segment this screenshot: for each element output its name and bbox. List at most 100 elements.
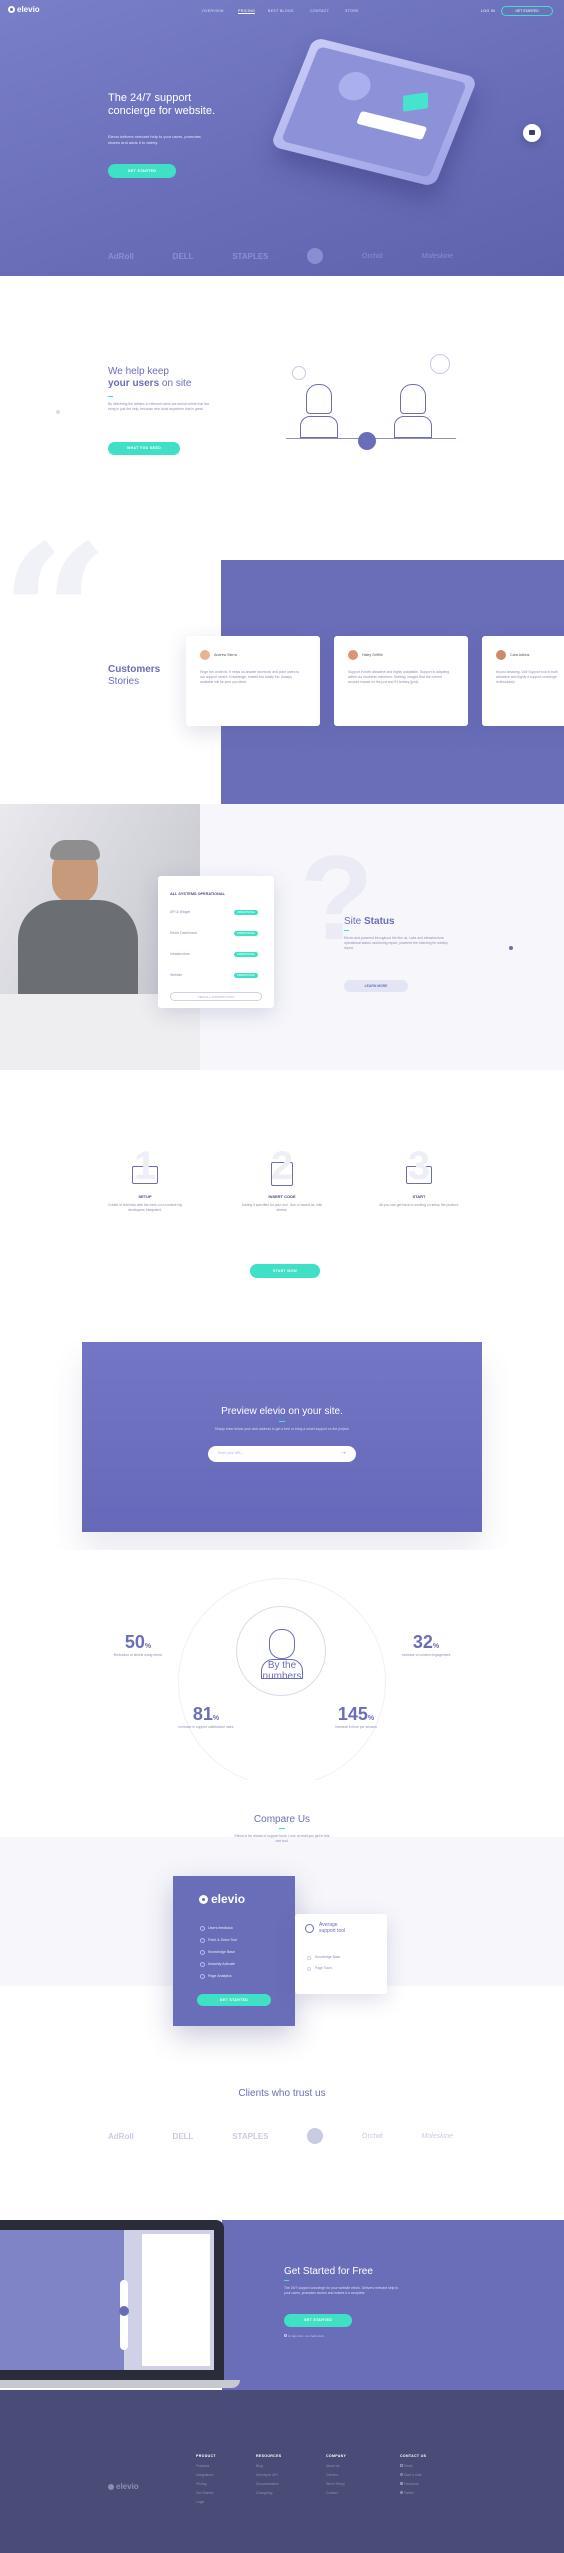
- footer-link[interactable]: Start a chat: [400, 2471, 426, 2480]
- compare-section: Compare Us Elevio is far ahead of suppor…: [0, 1780, 564, 2066]
- footer-link[interactable]: About us: [326, 2462, 346, 2471]
- help-what-you-need-button[interactable]: WHAT YOU NEED: [108, 442, 180, 455]
- footer-link[interactable]: Careers: [326, 2471, 346, 2480]
- compare-get-started-button[interactable]: GET STARTED: [197, 1994, 271, 2006]
- nav-contact[interactable]: CONTACT: [310, 9, 329, 13]
- footer-link[interactable]: Features: [196, 2462, 216, 2471]
- footer-link[interactable]: Email: [400, 2462, 426, 2471]
- get-started-title: Get Started for Free: [284, 2266, 373, 2277]
- support-tool-icon: [305, 1924, 314, 1933]
- step-start: 3 START All you can get back to working …: [374, 1146, 464, 1208]
- footer-link[interactable]: Facebook: [400, 2480, 426, 2489]
- stat-label: Increase of content engagement: [401, 1653, 451, 1657]
- nav-pricing[interactable]: PRICING: [238, 9, 256, 14]
- footer-col-resources: RESOURCES Blog Developer API Documentati…: [256, 2454, 281, 2498]
- help-title-rest: on site: [159, 378, 192, 389]
- preview-title: Preview elevio on your site.: [82, 1406, 482, 1417]
- status-title-bold: Status: [364, 916, 395, 927]
- stats-center-title: By the numbers: [232, 1660, 332, 1682]
- url-input[interactable]: Enter your URL... →: [208, 1446, 356, 1462]
- get-started-text: The 24/7 support concierge for your webs…: [284, 2286, 399, 2295]
- testimonial-card: Andrew Sierra Huge fan of elevio. It hel…: [186, 636, 320, 726]
- logo-orchid: Orchid: [362, 2132, 383, 2140]
- footer-link-text: Facebook: [403, 2482, 419, 2486]
- preview-title-pre: Preview elevio on: [221, 1406, 303, 1417]
- nav-store[interactable]: STORE: [345, 9, 359, 13]
- logo-circle-icon: [307, 248, 324, 264]
- clients-title: Clients who trust us: [0, 2088, 564, 2099]
- check-icon: [200, 1938, 205, 1943]
- footer-link[interactable]: Documentation: [256, 2480, 281, 2489]
- help-title-line1: We help keep: [108, 366, 169, 377]
- start-now-button[interactable]: START NOW: [250, 1264, 320, 1278]
- stat-item: 81% Increase in support satisfaction rat…: [178, 1704, 234, 1730]
- login-link[interactable]: LOG IN: [481, 9, 495, 13]
- footer-link[interactable]: Developer API: [256, 2471, 281, 2480]
- status-row-label: Elevio Dashboard: [170, 931, 197, 935]
- footer-link[interactable]: Pricing: [196, 2480, 216, 2489]
- preview-section: Preview elevio on your site. Simply ente…: [0, 1300, 564, 1550]
- logo-adroll: AdRoll: [108, 2131, 134, 2141]
- hero-text: Elevio delivers relevant help to your us…: [108, 134, 201, 145]
- trial-note: 14 day trial - no credit card: [284, 2334, 323, 2338]
- preview-text: Simply enter below your web address to g…: [214, 1427, 350, 1431]
- nav-best-blogs[interactable]: BEST BLOGS: [268, 9, 294, 13]
- footer-link[interactable]: Contact: [326, 2489, 346, 2498]
- footer-link[interactable]: Integrations: [196, 2471, 216, 2480]
- stat-item: 32% Increase of content engagement: [398, 1632, 454, 1658]
- system-status-panel: ALL SYSTEMS OPERATIONAL: [158, 876, 274, 1008]
- status-title: Site Status: [344, 916, 395, 927]
- footer-link[interactable]: Login: [196, 2498, 216, 2507]
- header-get-started-button[interactable]: GET STARTED: [501, 6, 553, 16]
- footer-col-contact: CONTACT US Email Start a chat Facebook T…: [400, 2454, 426, 2498]
- divider: [279, 1421, 285, 1422]
- hero-logo-strip: AdRoll DELL STAPLES Orchid Moleskine: [108, 248, 453, 264]
- logo-staples: STAPLES: [232, 2131, 269, 2141]
- chat-launcher-icon[interactable]: [523, 124, 541, 142]
- nav-overview[interactable]: OVERVIEW: [202, 9, 224, 13]
- support-agent-avatar-icon: [236, 1606, 326, 1696]
- get-started-title-bold: for Free: [337, 2266, 373, 2277]
- average-tool-feature: Knowledge Base: [315, 1955, 341, 1959]
- hero-section: elevio OVERVIEW PRICING BEST BLOGS CONTA…: [0, 0, 564, 276]
- compare-feature: Users feedback: [208, 1926, 233, 1930]
- testimonial-text: Huge fan of elevio. It helps us answer f…: [200, 670, 300, 684]
- footer-link[interactable]: Get Started: [196, 2489, 216, 2498]
- step-title: SETUP: [138, 1194, 152, 1199]
- tablet-illustration: [270, 36, 478, 188]
- status-section: ALL SYSTEMS OPERATIONAL API & Widget OPE…: [0, 804, 564, 1070]
- hero-title: The 24/7 support concierge for website.: [108, 92, 215, 118]
- logo-dell: DELL: [172, 251, 194, 261]
- footer-col-title: PRODUCT: [196, 2454, 216, 2458]
- footer-logo[interactable]: elevio: [108, 2482, 139, 2491]
- hero-title-pre: The: [108, 92, 131, 104]
- elevio-logo-icon: [8, 6, 15, 13]
- hero-get-started-button[interactable]: GET STARTED: [108, 164, 176, 178]
- testimonials-title: Customers: [108, 664, 161, 675]
- testimonial-name: Andrew Sierra: [214, 653, 237, 657]
- compare-feature: Page Analytics: [208, 1974, 232, 1978]
- help-text: By delivering the articles to relevant u…: [108, 402, 210, 411]
- step-insert-code: 2 INSERT CODE Adding it specifies for yo…: [237, 1146, 327, 1213]
- stats-center-bold: numbers: [262, 1671, 302, 1682]
- footer-link[interactable]: Blog: [256, 2462, 281, 2471]
- footer-link[interactable]: We're Hiring: [326, 2480, 346, 2489]
- divider: [344, 930, 349, 931]
- compare-title-bold: Us: [297, 1814, 311, 1825]
- learn-more-button[interactable]: LEARN MORE: [344, 980, 408, 992]
- info-icon: [284, 2334, 287, 2337]
- arrow-right-icon[interactable]: →: [340, 1449, 347, 1456]
- footer-col-title: COMPANY: [326, 2454, 347, 2458]
- step-setup: 1 SETUP Create or test help with the fon…: [100, 1146, 190, 1213]
- footer-get-started-button[interactable]: GET STARTED: [284, 2314, 352, 2327]
- url-input-placeholder: Enter your URL...: [218, 1451, 245, 1455]
- stat-unit: %: [212, 1715, 220, 1722]
- stat-label: Increase in time per session: [334, 1725, 378, 1729]
- header-logo[interactable]: elevio: [8, 5, 40, 14]
- average-tool-title: Average support tool: [319, 1922, 345, 1934]
- view-all-systems-button[interactable]: VIEW ALL SYSTEMS STATS: [170, 992, 262, 1001]
- compare-title-pre: Compare: [253, 1814, 298, 1825]
- footer-link[interactable]: Twitter: [400, 2489, 426, 2498]
- status-row-label: Website: [170, 973, 183, 977]
- footer-link[interactable]: Changelog: [256, 2489, 281, 2498]
